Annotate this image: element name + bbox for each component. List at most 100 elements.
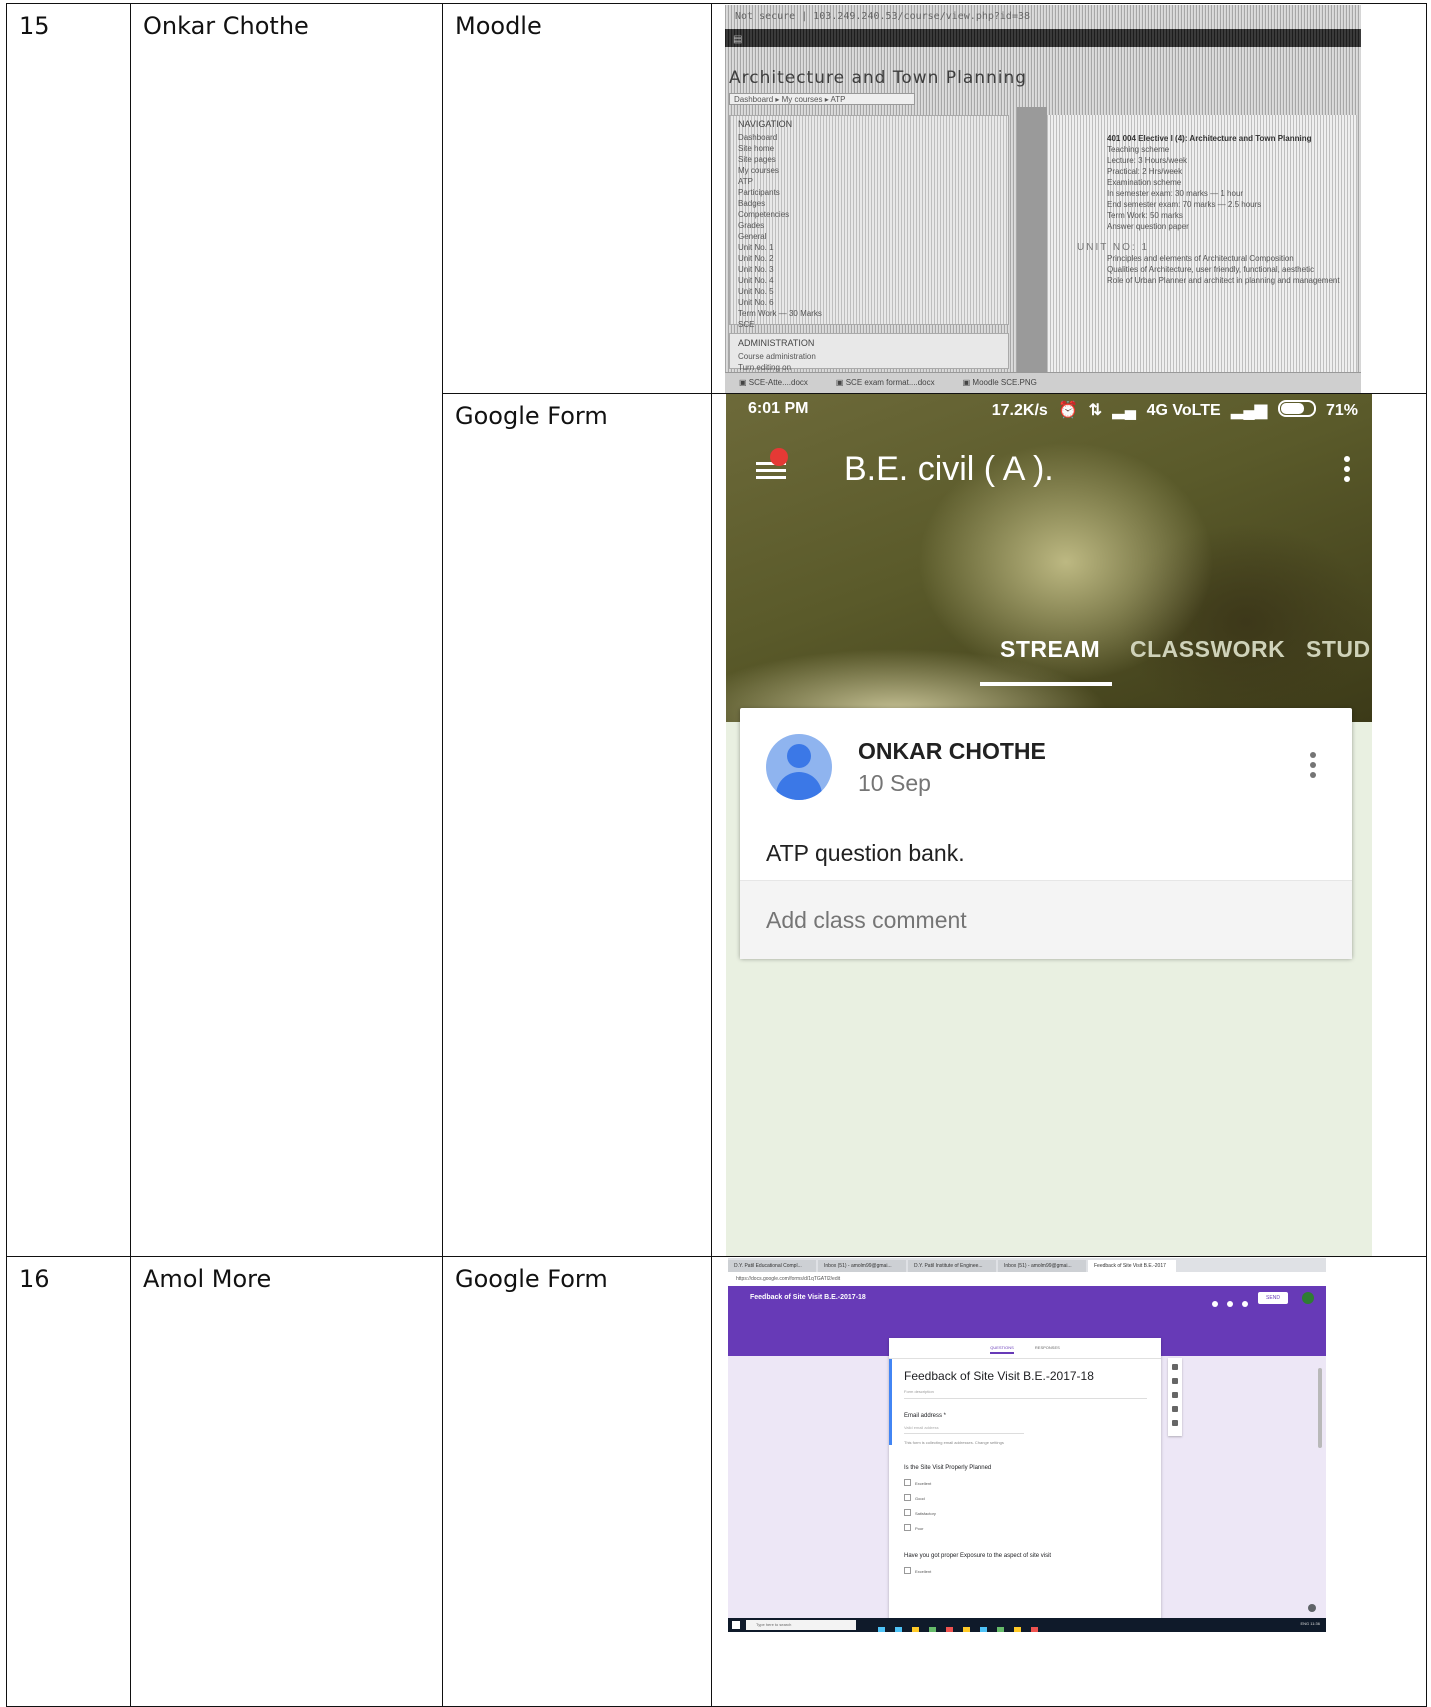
send-button[interactable]: SEND <box>1258 1292 1288 1304</box>
platform-name: Moodle <box>455 12 542 40</box>
faculty-name-cell: Onkar Chothe <box>130 3 443 1257</box>
palette-icon[interactable] <box>1212 1301 1218 1307</box>
faculty-name-cell: Amol More <box>130 1256 443 1707</box>
form-description[interactable]: Form description <box>904 1389 1147 1399</box>
checkbox-icon[interactable] <box>904 1509 911 1516</box>
screenshot-cell: 6:01 PM 17.2K/s ⏰ ⇅ ▂▄ 4G VoLTE ▂▄▆ 71% <box>711 393 1427 1257</box>
data-arrows-icon: ⇅ <box>1088 402 1103 419</box>
table-row: 16 Amol More Google Form D.Y. Patil Educ… <box>6 1256 1427 1707</box>
course-detail-line: Teaching scheme <box>1107 145 1170 154</box>
app-icon[interactable] <box>929 1627 936 1632</box>
nav-item: Unit No. 6 <box>738 298 774 307</box>
add-title-icon[interactable] <box>1172 1378 1178 1384</box>
course-title: Architecture and Town Planning <box>729 68 1028 88</box>
row-number: 16 <box>19 1265 50 1293</box>
address-bar[interactable]: https://docs.google.com/forms/d/1qTGATl2… <box>728 1272 1326 1286</box>
active-tab-indicator <box>980 682 1112 686</box>
app-icon[interactable] <box>997 1627 1004 1632</box>
nav-item: Site pages <box>738 155 776 164</box>
download-item[interactable]: ▣ SCE-Atte....docx <box>739 378 808 387</box>
settings-icon[interactable] <box>1242 1301 1248 1307</box>
add-image-icon[interactable] <box>1172 1392 1178 1398</box>
questions: Is the Site Visit Properly Planned Excel… <box>889 1465 1161 1574</box>
unit-topic-line: Qualities of Architecture, user friendly… <box>1107 265 1315 274</box>
platform-cell: Moodle <box>442 3 712 394</box>
nav-item: Unit No. 4 <box>738 276 774 285</box>
app-icon[interactable] <box>946 1627 953 1632</box>
alarm-icon: ⏰ <box>1058 402 1079 419</box>
question-1[interactable]: Is the Site Visit Properly Planned <box>904 1465 1147 1471</box>
row-number: 15 <box>19 12 50 40</box>
tab-responses[interactable]: RESPONSES <box>1035 1345 1060 1350</box>
more-options-icon[interactable] <box>1344 456 1352 486</box>
nav-item: Participants <box>738 188 780 197</box>
nav-item: General <box>738 232 767 241</box>
browser-tab[interactable]: Feedback of Site Visit B.E.-2017 <box>1088 1260 1176 1272</box>
tab-stream[interactable]: STREAM <box>1000 636 1100 663</box>
help-icon[interactable] <box>1308 1604 1316 1612</box>
question-2[interactable]: Have you got proper Exposure to the aspe… <box>904 1553 1147 1559</box>
form-card-tabs: QUESTIONS RESPONSES <box>889 1338 1161 1359</box>
platform-cell: Google Form <box>442 393 712 1257</box>
add-video-icon[interactable] <box>1172 1406 1178 1412</box>
checkbox-icon[interactable] <box>904 1479 911 1486</box>
app-icon[interactable] <box>980 1627 987 1632</box>
add-section-icon[interactable] <box>1172 1420 1178 1426</box>
class-comment-input[interactable]: Add class comment <box>740 880 1352 959</box>
admin-list: Course administration Turn editing on <box>730 351 1008 373</box>
download-item[interactable]: ▣ SCE exam format....docx <box>836 378 935 387</box>
post-options-icon[interactable] <box>1310 752 1318 782</box>
checkbox-icon[interactable] <box>904 1494 911 1501</box>
downloads-bar: ▣ SCE-Atte....docx ▣ SCE exam format....d… <box>725 372 1361 393</box>
app-icon[interactable] <box>878 1627 885 1632</box>
admin-item: Course administration <box>738 352 816 361</box>
browser-tab[interactable]: D.Y. Patil Institute of Enginee... <box>908 1260 996 1272</box>
comment-placeholder: Add class comment <box>766 907 967 933</box>
moodle-menu-icon: ▤ <box>733 34 743 45</box>
app-icon[interactable] <box>963 1627 970 1632</box>
checkbox-icon[interactable] <box>904 1524 911 1531</box>
app-icon[interactable] <box>1031 1627 1038 1632</box>
browser-tab[interactable]: Inbox (51) - amolm99@gmai... <box>818 1260 906 1272</box>
tab-questions[interactable]: QUESTIONS <box>990 1345 1014 1354</box>
windows-start-icon[interactable] <box>732 1621 740 1629</box>
tab-classwork[interactable]: CLASSWORK <box>1130 636 1285 663</box>
tab-students[interactable]: STUD <box>1306 636 1371 663</box>
post-author: ONKAR CHOTHE <box>858 738 1046 764</box>
nav-item: My courses <box>738 166 779 175</box>
hamburger-menu-icon[interactable] <box>756 448 788 482</box>
network-speed: 17.2K/s <box>991 402 1048 419</box>
browser-tab[interactable]: D.Y. Patil Educational Compl... <box>728 1260 816 1272</box>
email-note: This form is collecting email addresses.… <box>904 1440 1004 1445</box>
nav-item: SCE <box>738 320 755 329</box>
nav-heading: NAVIGATION <box>738 119 793 129</box>
checkbox-icon[interactable] <box>904 1567 911 1574</box>
radio-option: Excellent <box>904 1567 1147 1574</box>
app-icon[interactable] <box>895 1627 902 1632</box>
course-detail-line: Examination scheme <box>1107 178 1182 187</box>
form-title-block: Feedback of Site Visit B.E.-2017-18 Form… <box>889 1359 1161 1445</box>
status-time: 6:01 PM <box>748 400 809 417</box>
account-avatar[interactable] <box>1302 1292 1314 1304</box>
column-divider <box>1017 107 1047 377</box>
preview-icon[interactable] <box>1227 1301 1233 1307</box>
status-bar: 6:01 PM 17.2K/s ⏰ ⇅ ▂▄ 4G VoLTE ▂▄▆ 71% <box>726 400 1372 426</box>
app-icon[interactable] <box>912 1627 919 1632</box>
download-item[interactable]: ▣ Moodle SCE.PNG <box>963 378 1037 387</box>
form-title[interactable]: Feedback of Site Visit B.E.-2017-18 <box>904 1369 1147 1383</box>
moodle-top-nav: ▤ <box>725 29 1361 47</box>
taskbar-search[interactable]: Type here to search <box>746 1620 856 1630</box>
course-detail-line: Term Work: 50 marks <box>1107 211 1183 220</box>
scrollbar[interactable] <box>1318 1368 1322 1448</box>
email-field[interactable]: Valid email address <box>904 1425 1024 1434</box>
course-detail-line: Practical: 2 Hrs/week <box>1107 167 1183 176</box>
status-right: 17.2K/s ⏰ ⇅ ▂▄ 4G VoLTE ▂▄▆ 71% <box>986 400 1358 420</box>
browser-tab[interactable]: Inbox (51) - amolm99@gmai... <box>998 1260 1086 1272</box>
post-date: 10 Sep <box>858 770 931 796</box>
add-question-icon[interactable] <box>1172 1364 1178 1370</box>
app-icon[interactable] <box>1014 1627 1021 1632</box>
email-label: Email address * <box>904 1413 947 1419</box>
nav-item: Term Work — 30 Marks <box>738 309 822 318</box>
windows-taskbar: Type here to search ENG 11:36 <box>728 1618 1326 1632</box>
nav-item: Unit No. 2 <box>738 254 774 263</box>
